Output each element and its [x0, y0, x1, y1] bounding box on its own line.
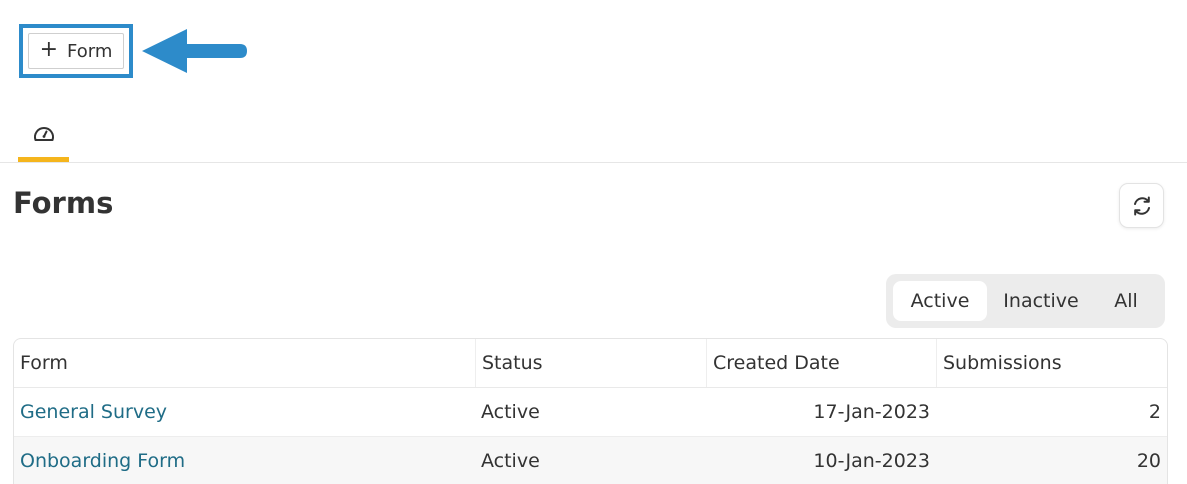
- refresh-icon: [1133, 196, 1150, 215]
- forms-table: Form Status Created Date Submissions Gen…: [13, 338, 1168, 484]
- add-form-label: Form: [67, 40, 113, 62]
- filter-active[interactable]: Active: [893, 281, 987, 321]
- submissions-cell: 2: [1148, 401, 1161, 423]
- column-header-submissions[interactable]: Submissions: [936, 339, 1167, 387]
- status-cell: Active: [481, 401, 540, 423]
- form-link[interactable]: General Survey: [20, 401, 167, 423]
- refresh-button[interactable]: [1119, 183, 1164, 228]
- column-header-created-date[interactable]: Created Date: [706, 339, 936, 387]
- created-date-cell: 10-Jan-2023: [813, 449, 930, 472]
- status-cell: Active: [481, 449, 540, 472]
- plus-icon: +: [39, 37, 59, 62]
- form-link[interactable]: Onboarding Form: [20, 450, 185, 472]
- gauge-icon: [33, 126, 54, 141]
- status-filter: Active Inactive All: [886, 274, 1165, 328]
- filter-inactive[interactable]: Inactive: [987, 281, 1095, 321]
- filter-all[interactable]: All: [1095, 281, 1157, 321]
- callout-arrow-icon: [142, 29, 247, 73]
- created-date-cell: 17-Jan-2023: [813, 401, 930, 423]
- add-form-highlight: + Form: [19, 24, 133, 78]
- form-name-cell: General Survey: [14, 388, 475, 436]
- table-row: Onboarding Form Active 10-Jan-2023 20: [14, 436, 1167, 484]
- page-title: Forms: [13, 186, 114, 220]
- column-header-status[interactable]: Status: [475, 339, 706, 387]
- column-header-form[interactable]: Form: [14, 339, 475, 387]
- tab-dashboard[interactable]: [18, 105, 69, 162]
- form-name-cell: Onboarding Form: [14, 437, 475, 484]
- table-header: Form Status Created Date Submissions: [14, 339, 1167, 388]
- add-form-button[interactable]: + Form: [28, 33, 124, 69]
- submissions-cell: 20: [1136, 449, 1161, 472]
- tab-strip: [0, 105, 1187, 163]
- tab-divider: [0, 162, 1187, 163]
- table-row: General Survey Active 17-Jan-2023 2: [14, 388, 1167, 436]
